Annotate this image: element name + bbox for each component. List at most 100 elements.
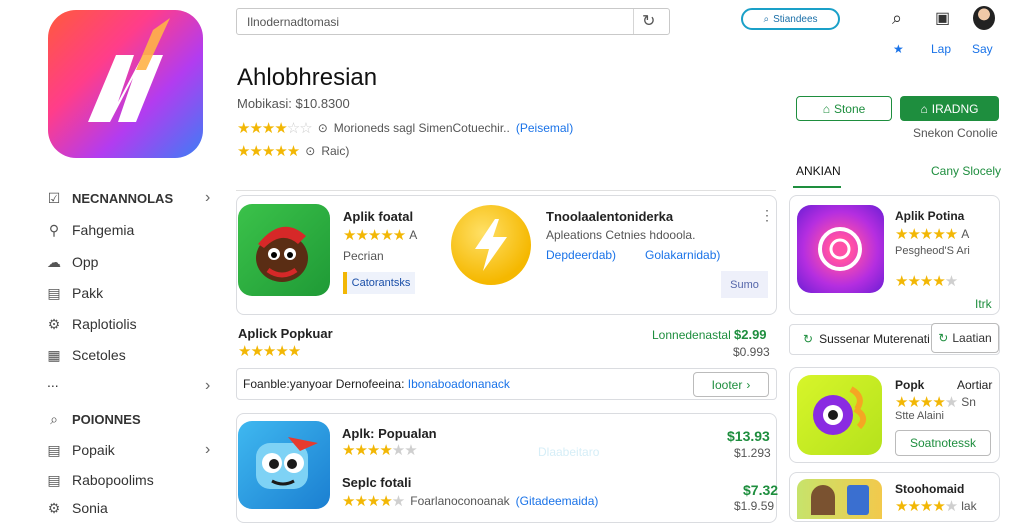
sidebar-item-4[interactable]: ▦ Scetoles	[46, 346, 125, 364]
sidebar-item-label: Popaik	[72, 442, 115, 458]
popular-title[interactable]: Aplick Popkuar	[238, 326, 333, 341]
avatar[interactable]	[973, 6, 995, 30]
chevron-right-icon[interactable]: ›	[205, 189, 210, 207]
bottom-stars-2: ★★★★★	[342, 493, 405, 510]
search-icon: ⌕	[763, 13, 770, 25]
tab-secondary[interactable]: Cany Slocely	[931, 164, 1001, 178]
right-card3-title[interactable]: Stoohomaid	[895, 482, 964, 496]
popular-price: $2.99	[734, 327, 767, 342]
search-bar[interactable]: Ilnodernadtomasi ↻	[236, 8, 670, 35]
right-card2-sub: Stte Alaini	[895, 410, 944, 422]
search-icon-2: ⌕	[50, 410, 58, 427]
sidebar-item2-2[interactable]: ⚙ Sonia	[46, 500, 108, 517]
tab-divider	[236, 190, 776, 191]
card1-title[interactable]: Aplik foatal	[343, 209, 413, 224]
search-strip-button[interactable]: Iooter ›	[693, 372, 769, 397]
sidebar-item-2[interactable]: ▤ Pakk	[46, 284, 103, 302]
more-vert-icon[interactable]: ⋮	[760, 207, 774, 224]
right-card2-title[interactable]: Popk	[895, 378, 924, 392]
sidebar-item2-0[interactable]: ▤ Popaik	[46, 441, 115, 459]
card2-title[interactable]: Tnoolaalentoniderka	[546, 209, 673, 224]
magnifier-icon[interactable]: ⌕	[892, 8, 902, 29]
right-card3-suffix: lak	[961, 499, 977, 513]
game-icon[interactable]	[238, 204, 330, 296]
popular-label-green: Lonnedenastal	[652, 328, 731, 342]
link-icon: ↻	[803, 332, 814, 346]
stone-button[interactable]: ⌂ Stone	[796, 96, 892, 121]
right-strip-text: ↻ Sussenar Muterenati	[803, 332, 930, 346]
eye-app-icon[interactable]	[797, 375, 882, 455]
robot-app-icon[interactable]	[238, 421, 330, 509]
cloud-icon: ☁	[47, 253, 61, 270]
swirl-glyph	[818, 227, 862, 271]
right-strip-button-label: Laatian	[952, 331, 992, 345]
sidebar-item2-1[interactable]: ▤ Rabopoolims	[46, 471, 153, 489]
card1-sub: Pecrian	[343, 249, 384, 263]
chevron-right-icon-2[interactable]: ›	[205, 377, 210, 395]
install-button[interactable]: ⌂ IRADNG	[900, 96, 999, 121]
popular-price-sub: $0.993	[733, 345, 770, 359]
chart-icon-2: ▤	[47, 441, 61, 458]
right-card1-suffix: A	[961, 227, 970, 241]
bolt-app-icon[interactable]	[451, 205, 531, 285]
info-icon-2: ⊙	[305, 144, 316, 158]
tab-active[interactable]: ANKIAN	[796, 164, 841, 178]
chart-icon: ▤	[47, 284, 61, 301]
search-strip-label: Foanble:yanyoar Dernofeeina:	[243, 377, 405, 391]
bottom-title[interactable]: Aplk: Popualan	[342, 426, 437, 441]
right-card1-stars: ★★★★★	[895, 226, 958, 243]
search-input[interactable]: Ilnodernadtomasi	[247, 15, 339, 29]
bottom-price: $13.93	[727, 428, 770, 444]
grid-icon: ▦	[47, 346, 61, 363]
right-card1-title[interactable]: Aplik Potina	[895, 209, 964, 223]
card2-button[interactable]: Sumo	[721, 271, 768, 298]
sidebar-section1-header[interactable]: ☑ NECNANNOLAS	[46, 190, 173, 206]
right-strip-button[interactable]: ↻ Laatian	[931, 323, 999, 353]
burst-app-icon[interactable]	[797, 205, 884, 293]
chevron-right-icon-3[interactable]: ›	[205, 441, 210, 459]
bottom-row2-link[interactable]: (Gitadeemaida)	[516, 494, 599, 508]
sidebar-item-label: Fahgemia	[72, 222, 135, 238]
card1-rating: ★★★★★ A	[343, 226, 417, 244]
search-pill[interactable]: ⌕ Stiandees	[741, 8, 840, 30]
bottom-stars: ★★★★★★	[342, 442, 418, 459]
arrow-right-icon: ›	[746, 377, 751, 392]
sidebar-item-label: Sonia	[72, 500, 108, 516]
doc-icon: ▤	[47, 471, 61, 488]
robot-glyph	[256, 437, 318, 489]
say-label[interactable]: Say	[972, 42, 993, 56]
library-icon[interactable]: ▣	[935, 8, 950, 28]
eye-creature-glyph	[813, 386, 867, 435]
app-title: Ahlobhresian	[237, 64, 378, 91]
link-icon-2: ↻	[938, 331, 949, 345]
bottom-title2[interactable]: Seplc fotali	[342, 475, 411, 490]
right-card2-stars: ★★★★★	[895, 394, 958, 411]
sidebar-item-0[interactable]: ⚲ Fahgemia	[46, 222, 135, 239]
lap-label[interactable]: Lap	[931, 42, 951, 56]
search-strip-link[interactable]: Ibonaboadonanack	[408, 377, 510, 391]
right-card2-title-b: Aortiar	[957, 378, 993, 392]
card1-button[interactable]: Catorantsks	[343, 272, 415, 294]
rating-row: ★★★★☆☆ ⊙ Morioneds sagl SimenCotuechir..…	[237, 119, 573, 137]
photo-app-icon[interactable]	[797, 479, 882, 519]
review-link[interactable]: (Peisemal)	[516, 121, 573, 135]
right-card1-sub2: Itrk	[975, 297, 992, 311]
more-dots[interactable]: ...	[47, 374, 59, 390]
sidebar-item-1[interactable]: ☁ Opp	[46, 253, 98, 271]
card1-button-label: Catorantsks	[351, 277, 411, 289]
right-card1-sub: Pesgheod'S Ari	[895, 245, 970, 257]
right-card1-rating: ★★★★★ A	[895, 225, 969, 243]
right-card3-stars: ★★★★★	[895, 498, 958, 515]
review-text: Morioneds sagl SimenCotuechir..	[333, 121, 510, 135]
sidebar-item-3[interactable]: ⚙ Raplotiolis	[46, 316, 137, 333]
sidebar-section2-header[interactable]: ⌕ POIONNES	[46, 411, 141, 427]
card2-link1[interactable]: Depdeerdab)	[546, 248, 616, 262]
rating-label: Raic)	[321, 144, 350, 158]
star-label[interactable]: ★	[893, 42, 904, 56]
right-card2-button[interactable]: Soatnotessk	[895, 430, 991, 456]
card2-button-label: Sumo	[730, 278, 759, 291]
bottom-row2-text: Foarlanoconoanak	[410, 494, 510, 508]
info-icon: ⊙	[317, 121, 328, 135]
refresh-icon[interactable]: ↻	[642, 11, 655, 31]
card2-link2[interactable]: Golakarnidab)	[645, 248, 720, 262]
